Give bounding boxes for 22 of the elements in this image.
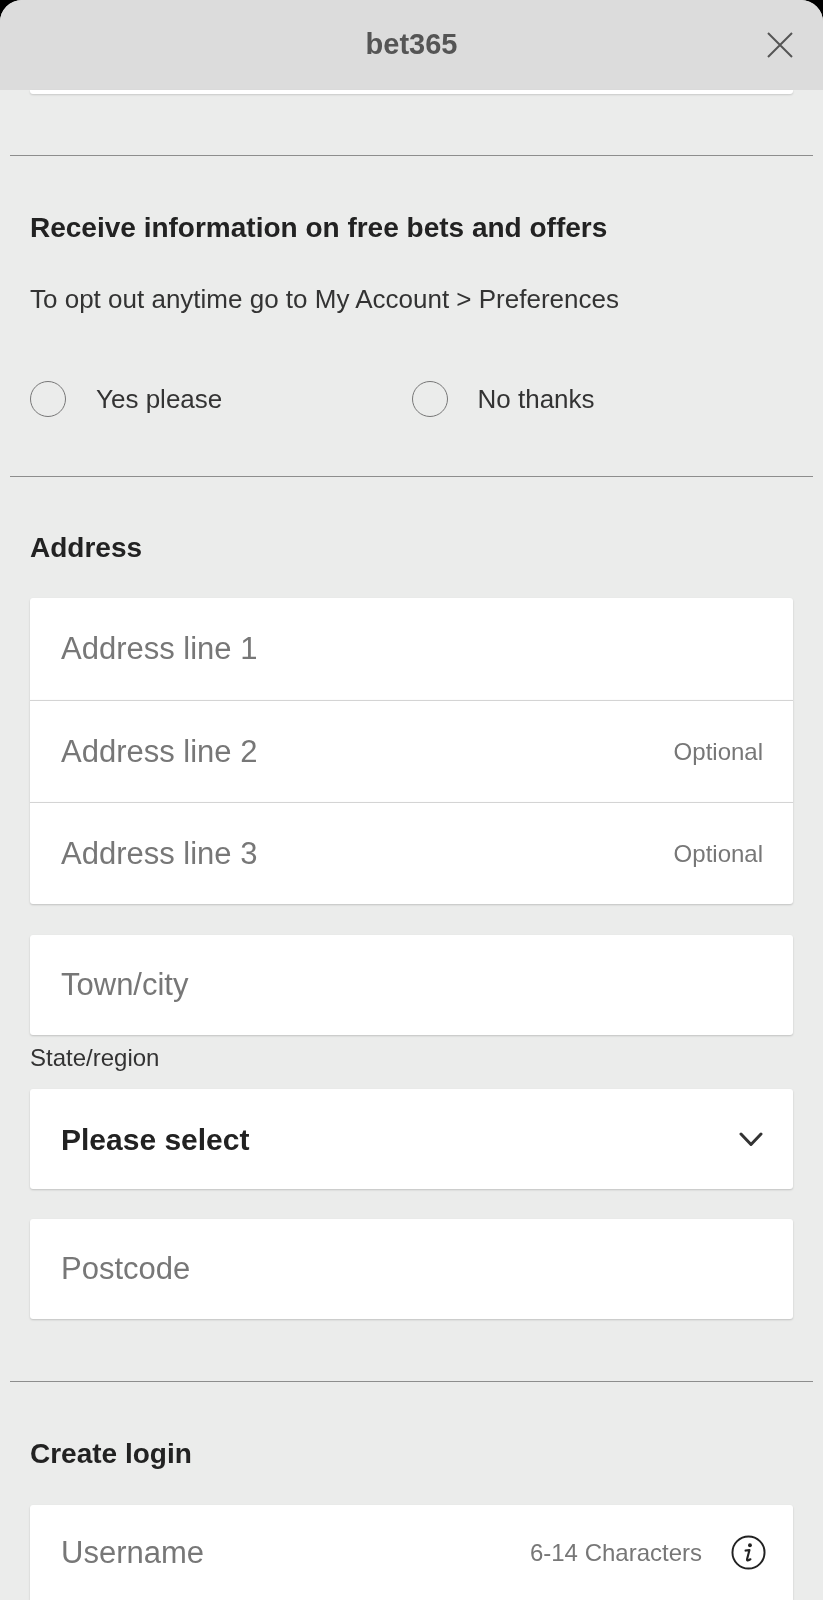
- select-value: Please select: [61, 1121, 250, 1158]
- field-hint: Optional: [673, 736, 763, 767]
- info-icon[interactable]: [731, 1535, 766, 1570]
- input-field[interactable]: Address line 3 Optional: [30, 802, 793, 904]
- app-title: bet365: [365, 27, 458, 63]
- chevron-down-icon: [739, 1131, 763, 1147]
- section-heading: Create login: [30, 1438, 193, 1470]
- field-hint: 6-14 Characters: [529, 1537, 702, 1568]
- radio-label[interactable]: Yes please: [96, 384, 223, 414]
- radio-label[interactable]: No thanks: [477, 384, 595, 414]
- input-field[interactable]: Address line 2 Optional: [30, 700, 793, 802]
- section-heading: Address: [30, 532, 144, 564]
- field-label: State/region: [30, 1046, 161, 1070]
- field-hint: Optional: [673, 838, 763, 869]
- text-input[interactable]: Username: [30, 1505, 518, 1600]
- close-icon[interactable]: [767, 32, 793, 58]
- text-input[interactable]: Address line 3: [30, 803, 662, 904]
- section-heading: Receive information on free bets and offers: [30, 212, 609, 244]
- text-input[interactable]: Address line 2: [30, 701, 662, 802]
- opt-out-note: To opt out anytime go to My Account > Preferences: [30, 284, 620, 314]
- state-select[interactable]: Please select: [30, 1089, 793, 1189]
- input-field[interactable]: Username 6-14 Characters: [30, 1505, 793, 1600]
